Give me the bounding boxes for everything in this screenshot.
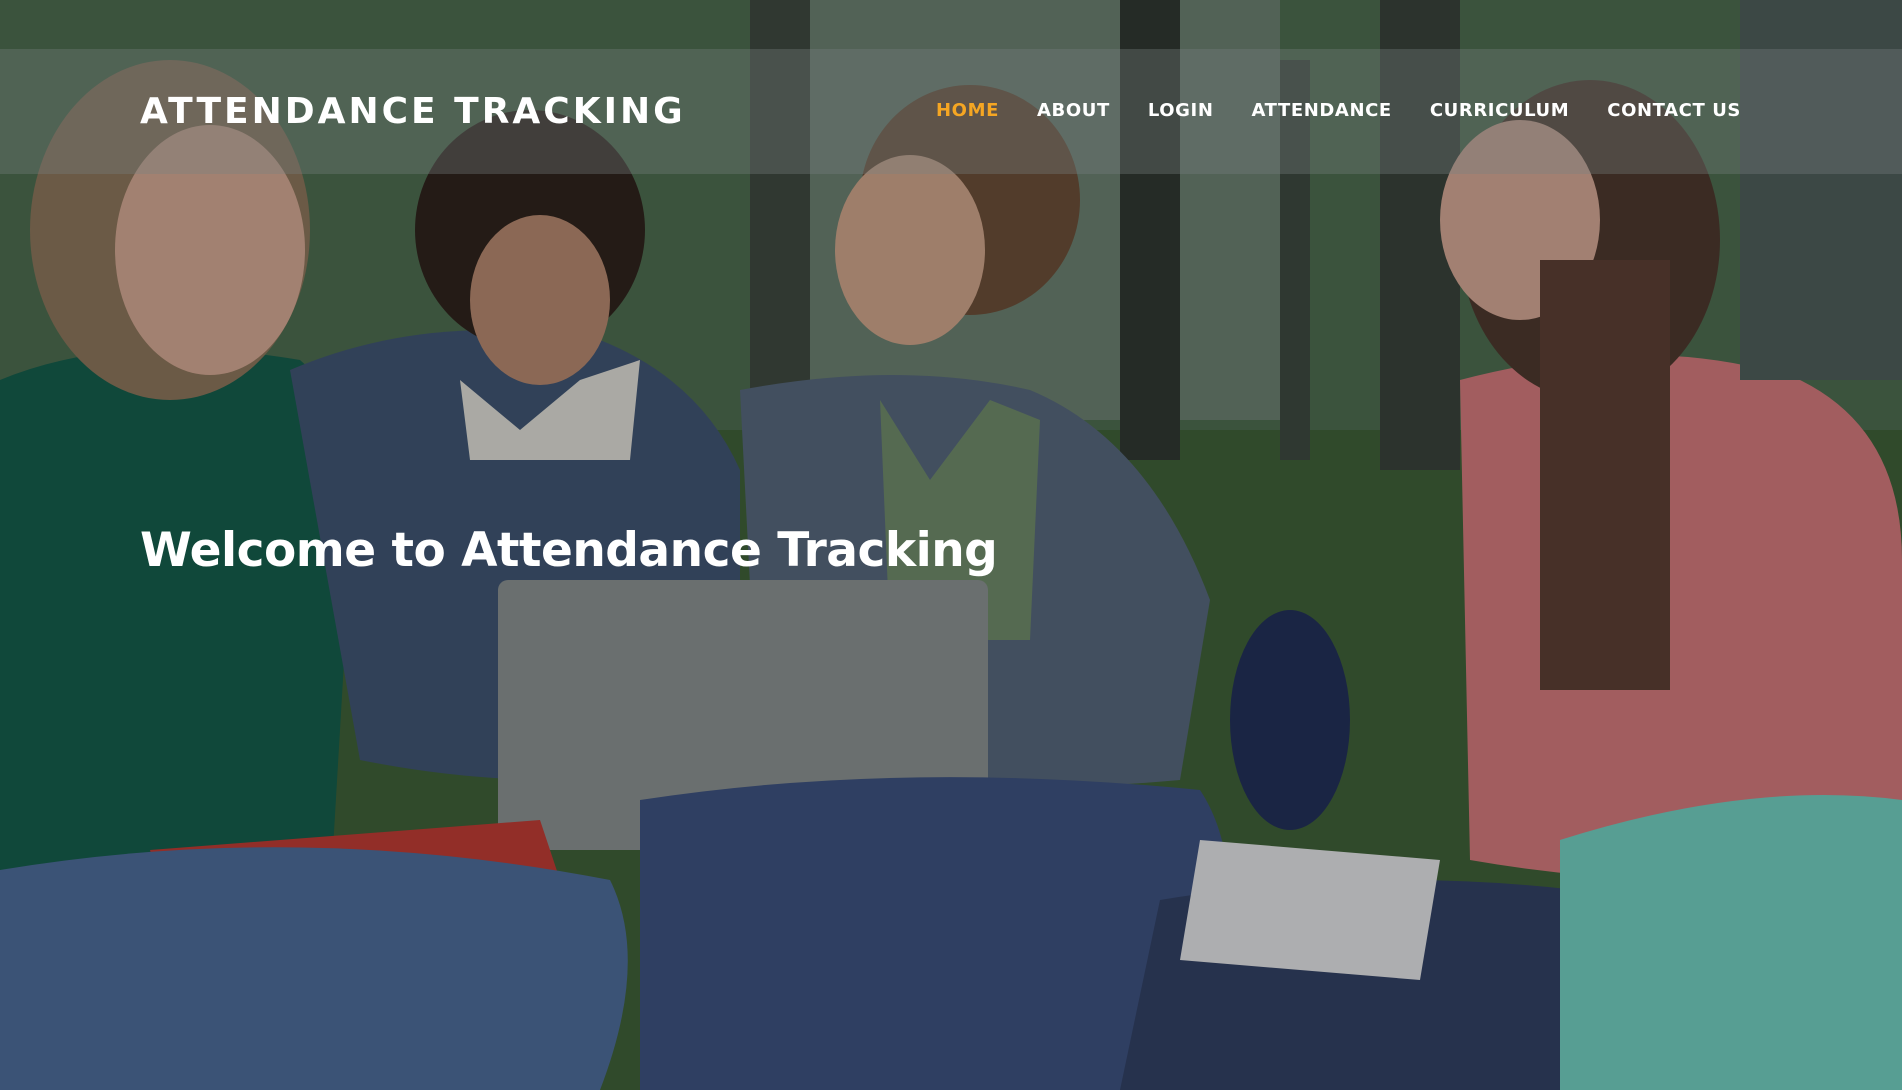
hero-headline: Welcome to Attendance Tracking (140, 523, 998, 578)
nav-item-login[interactable]: LOGIN (1129, 96, 1233, 126)
hero-section: ATTENDANCE TRACKING HOME ABOUT LOGIN ATT… (0, 0, 1902, 1090)
nav-item-contact-us[interactable]: CONTACT US (1588, 96, 1760, 126)
nav-item-about[interactable]: ABOUT (1018, 96, 1129, 126)
nav-menu: HOME ABOUT LOGIN ATTENDANCE CURRICULUM C… (917, 96, 1760, 126)
site-brand-logo[interactable]: ATTENDANCE TRACKING (140, 89, 686, 135)
nav-item-attendance[interactable]: ATTENDANCE (1233, 96, 1411, 126)
nav-item-home[interactable]: HOME (917, 96, 1018, 126)
nav-item-curriculum[interactable]: CURRICULUM (1411, 96, 1588, 126)
